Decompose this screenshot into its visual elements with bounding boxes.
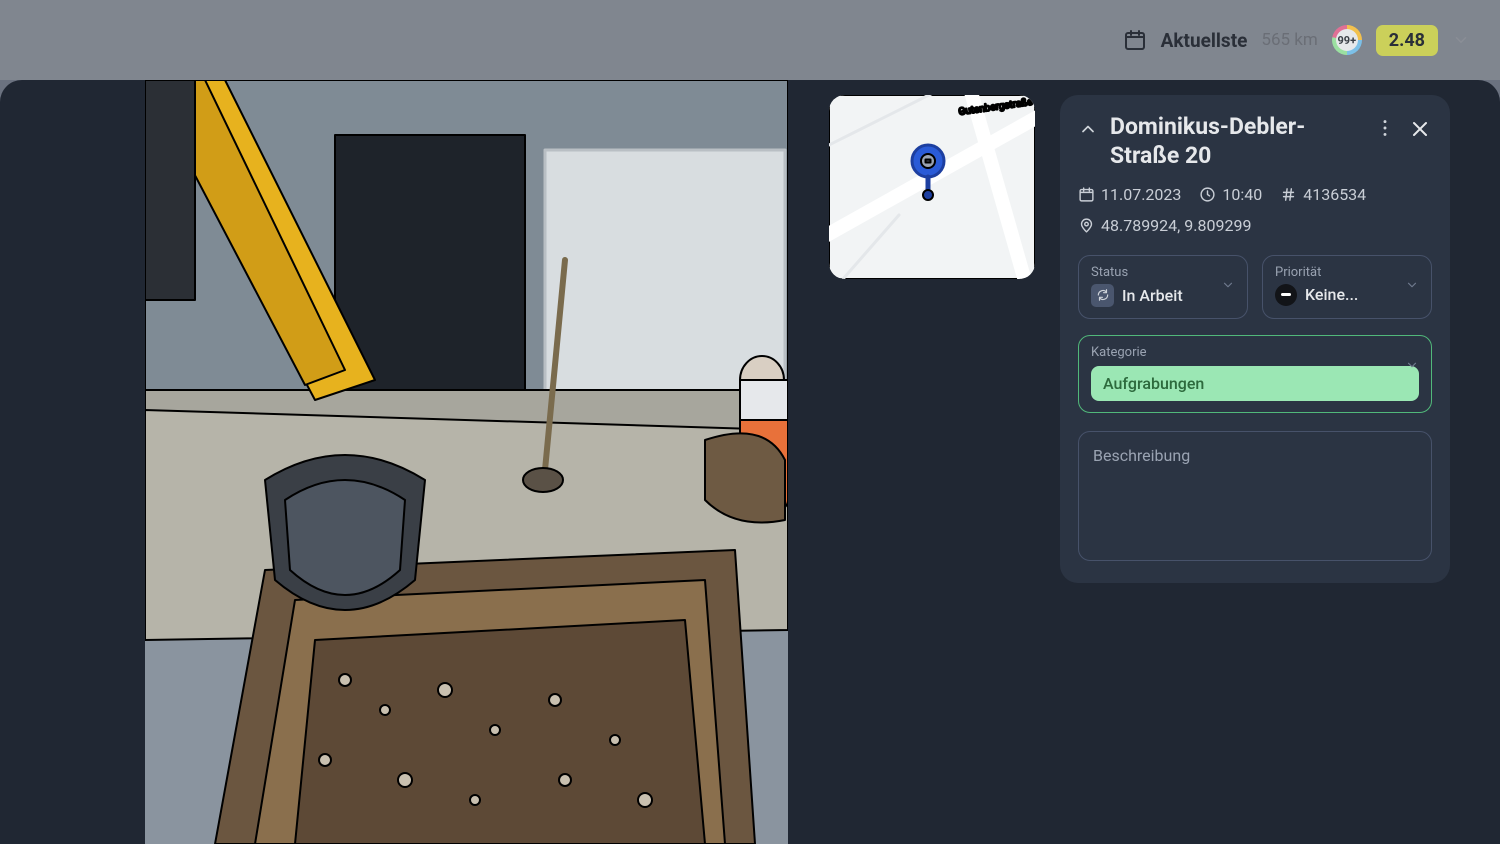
meta-row: 11.07.2023 10:40 4136534 48.789924, 9.80… — [1078, 185, 1432, 235]
chevron-down-icon — [1405, 278, 1419, 292]
distance-value: 565 km — [1261, 30, 1317, 50]
meta-id: 4136534 — [1280, 185, 1366, 204]
status-value: In Arbeit — [1122, 286, 1183, 305]
chevron-down-icon — [1221, 278, 1235, 292]
count-badge[interactable]: 99+ — [1332, 25, 1362, 55]
top-bar: Aktuellste 565 km 99+ 2.48 — [0, 0, 1500, 80]
status-field[interactable]: Status In Arbeit — [1078, 255, 1248, 319]
chevron-down-icon — [1405, 358, 1419, 372]
more-icon[interactable] — [1374, 117, 1396, 139]
location-icon — [1078, 217, 1095, 234]
calendar-icon — [1078, 186, 1095, 203]
collapse-icon[interactable] — [1078, 119, 1098, 139]
hash-icon — [1280, 186, 1297, 203]
calendar-icon — [1123, 28, 1147, 52]
score-badge[interactable]: 2.48 — [1376, 25, 1438, 56]
description-field[interactable]: Beschreibung — [1078, 431, 1432, 561]
mini-map[interactable]: Gutenbergstraße — [829, 95, 1035, 279]
clock-icon — [1199, 186, 1216, 203]
status-label: Status — [1091, 265, 1235, 280]
category-field[interactable]: Kategorie Aufgrabungen — [1078, 335, 1432, 413]
meta-time: 10:40 — [1199, 185, 1262, 204]
priority-label: Priorität — [1275, 265, 1419, 280]
chevron-down-icon[interactable] — [1452, 31, 1470, 49]
priority-value: Keine... — [1305, 285, 1358, 304]
panel-title: Dominikus-Debler-Straße 20 — [1110, 113, 1362, 171]
category-value: Aufgrabungen — [1091, 366, 1419, 401]
meta-coords: 48.789924, 9.809299 — [1078, 216, 1251, 235]
detail-panel: Dominikus-Debler-Straße 20 11.07.2023 10… — [1060, 95, 1450, 583]
priority-field[interactable]: Priorität Keine... — [1262, 255, 1432, 319]
minus-circle-icon — [1275, 284, 1297, 306]
category-label: Kategorie — [1091, 345, 1419, 360]
site-photo[interactable] — [145, 80, 788, 844]
refresh-icon — [1091, 284, 1114, 307]
description-placeholder: Beschreibung — [1093, 446, 1190, 465]
close-icon[interactable] — [1408, 117, 1432, 141]
sort-label[interactable]: Aktuellste — [1161, 29, 1248, 52]
meta-date: 11.07.2023 — [1078, 185, 1181, 204]
